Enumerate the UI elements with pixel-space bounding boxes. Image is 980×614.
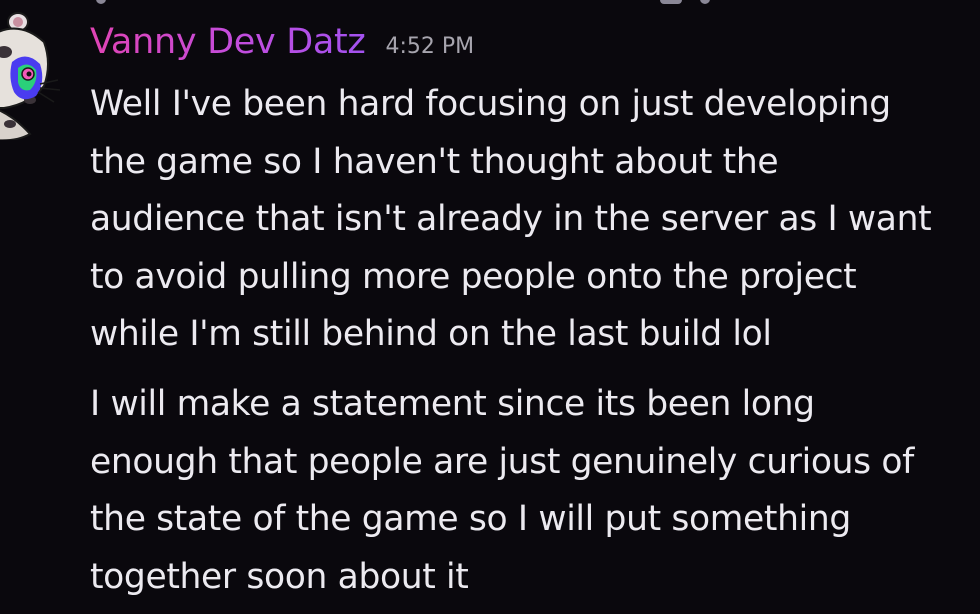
message-line: to avoid pulling more people onto the pr… bbox=[90, 256, 857, 297]
message-line: the state of the game so I will put some… bbox=[90, 499, 851, 540]
cartoon-rat-avatar-icon bbox=[0, 12, 61, 140]
previous-message-cutoff bbox=[0, 0, 980, 6]
user-avatar[interactable] bbox=[0, 12, 64, 140]
message-paragraph: Well I've been hard focusing on just dev… bbox=[90, 76, 970, 364]
reaction-fragment-icon bbox=[96, 0, 106, 4]
author-name[interactable]: Vanny Dev Datz bbox=[90, 22, 366, 62]
message-line: Well I've been hard focusing on just dev… bbox=[90, 84, 891, 124]
message-paragraph: I will make a statement since its been l… bbox=[90, 376, 970, 606]
message-line: enough that people are just genuinely cu… bbox=[90, 441, 914, 482]
message-header: Vanny Dev Datz 4:52 PM bbox=[90, 22, 970, 66]
reaction-fragment-icon bbox=[700, 0, 710, 4]
message-line: while I'm still behind on the last build… bbox=[90, 314, 772, 355]
message-line: the game so I haven't thought about the bbox=[90, 141, 779, 182]
reaction-fragment-icon bbox=[660, 0, 682, 4]
message-line: I will make a statement since its been l… bbox=[90, 383, 815, 424]
message-line: audience that isn't already in the serve… bbox=[90, 199, 932, 240]
message-line: together soon about it bbox=[90, 556, 469, 597]
chat-message[interactable]: Vanny Dev Datz 4:52 PM Well I've been ha… bbox=[90, 22, 970, 606]
message-timestamp[interactable]: 4:52 PM bbox=[386, 34, 475, 59]
